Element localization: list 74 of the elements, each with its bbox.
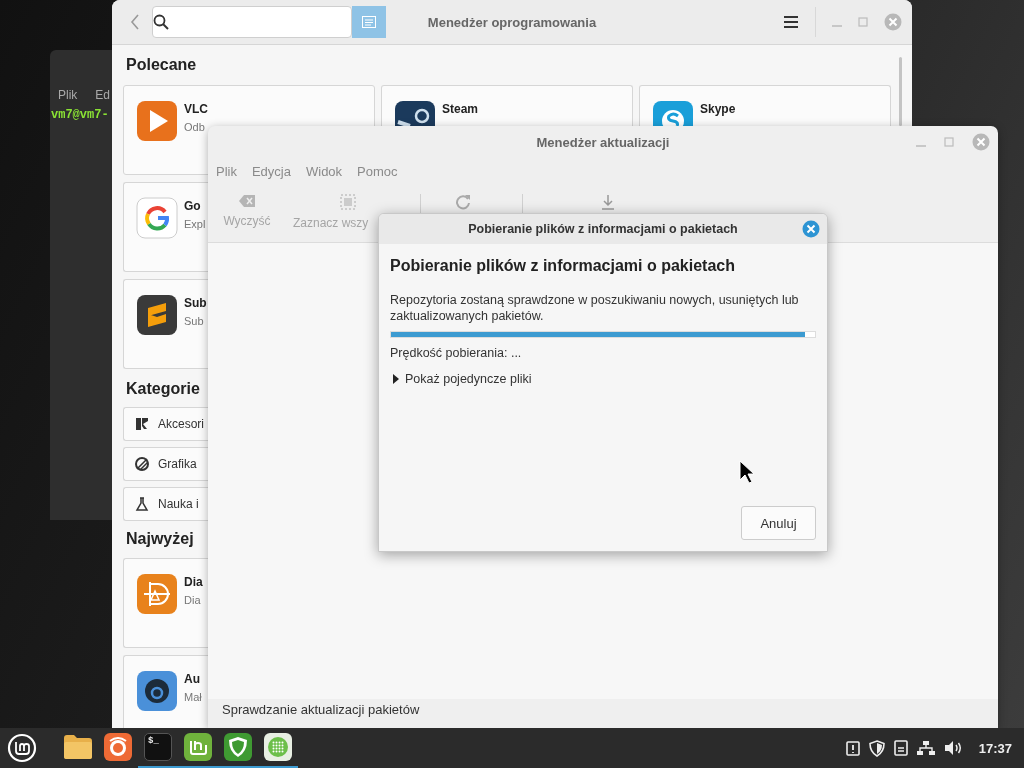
network-icon [916,740,935,756]
tools-icon [134,416,150,432]
clear-icon [238,194,256,208]
terminal-prompt: vm7@vm7- [50,107,110,122]
skype-icon [652,100,694,126]
app-card[interactable]: Sub Sub [123,279,208,369]
window-title: Menedżer oprogramowania [427,14,597,30]
app-name: Dia [184,575,203,589]
app-name: Sub [184,296,207,310]
app-name: VLC [184,102,208,116]
close-icon [972,133,990,151]
section-heading: Kategorie [125,379,200,399]
maximize-icon [858,17,868,27]
window-title: Menedżer aktualizacji [536,134,670,150]
select-all-icon [340,194,356,210]
app-description: Dia [184,594,202,606]
refresh-icon [455,194,471,210]
close-button[interactable] [802,220,820,238]
section-heading: Polecane [125,55,197,75]
folder-icon [63,734,93,760]
section-heading: Najwyżej [125,529,194,549]
sublime-icon [136,294,178,336]
download-speed: Prędkość pobierania: ... [390,346,523,360]
category-button[interactable]: Akcesori [123,407,208,441]
maximize-icon [944,137,954,147]
app-name: Skype [700,102,736,116]
clock: 17:37 [978,740,1012,756]
search-icon [153,14,169,30]
app-grid-icon [264,733,292,761]
shield-icon [868,739,885,757]
category-button[interactable]: Nauka i [123,487,208,521]
terminal-launcher[interactable]: $_ [138,728,178,768]
menu-item[interactable]: Ed [95,88,111,102]
app-card[interactable]: Go Expl [123,182,208,272]
app-description: Mał [184,691,202,703]
cursor-icon [739,460,755,484]
minimize-icon [832,25,842,27]
app-description: Odb [184,121,206,133]
expander[interactable]: Pokaż pojedyncze pliki [390,372,532,386]
flask-icon [134,496,150,512]
category-button[interactable]: Grafika [123,447,208,481]
app-card[interactable]: Skype [639,85,891,126]
close-icon [884,13,902,31]
status-text: Sprawdzanie aktualizacji pakietów [221,701,421,719]
list-icon [362,16,376,28]
diagram-icon [136,573,178,615]
google-icon [136,197,178,239]
cancel-button[interactable]: Anuluj [741,506,816,540]
menu-icon [783,15,799,29]
scrollbar[interactable] [899,57,902,126]
app-card[interactable]: Steam [381,85,633,126]
mint-logo-icon [7,733,37,763]
document-icon [893,740,908,756]
dialog-title: Pobieranie plików z informacjami o pakietach [468,222,738,236]
collapsed-triangle-icon [392,374,400,384]
menu-item[interactable]: Plik [58,88,78,102]
download-icon [601,194,615,210]
app-name: Go [184,199,202,213]
dialog-heading: Pobieranie plików z informacjami o pakietach [390,256,736,276]
steam-icon [394,100,436,126]
dialog-description: Repozytoria zostaną sprawdzone w poszukiwaniu nowych, usuniętych lub zaktualizowanych pakietów. [390,292,800,324]
app-name: Au [184,672,201,686]
close-icon [802,220,820,238]
audio-icon [136,670,178,712]
app-card[interactable]: Au Mał [123,655,208,728]
app-name: Steam [442,102,479,116]
app-description: Expl [184,218,206,230]
minimize-icon [916,145,926,147]
mint-update-icon [184,733,212,761]
volume-icon [943,740,962,756]
app-description: Sub [184,315,205,327]
search-field[interactable] [152,6,352,38]
app-card[interactable]: Dia Dia [123,558,208,648]
shield-icon [224,733,252,761]
